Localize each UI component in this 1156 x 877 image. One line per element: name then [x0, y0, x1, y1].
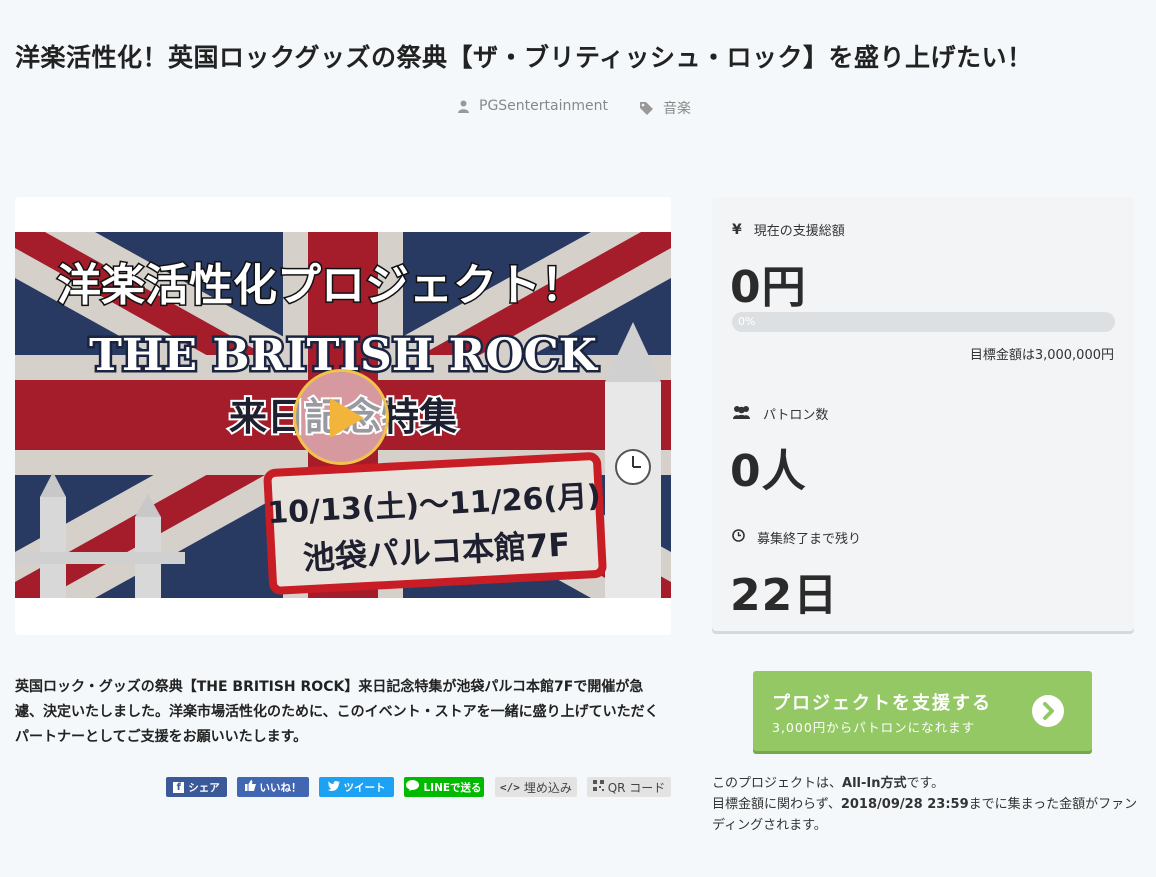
user-icon	[458, 100, 469, 113]
yen-icon: ¥	[732, 221, 742, 238]
video-play-button[interactable]	[293, 369, 389, 465]
funding-note-text: です。	[906, 776, 945, 791]
facebook-like-label: いいね！	[259, 781, 302, 794]
embed-button[interactable]: </> 埋め込み	[495, 777, 577, 797]
chevron-right-icon	[1032, 695, 1064, 727]
category-link[interactable]: 音楽	[640, 98, 691, 118]
twitter-icon	[327, 780, 340, 794]
funding-note-text: このプロジェクトは、	[712, 776, 843, 791]
funding-method-line2: 目標金額に関わらず、2018/09/28 23:59までに集まった金額がファンデ…	[712, 794, 1142, 836]
qr-code-button[interactable]: QR コード	[587, 777, 671, 797]
owner-link[interactable]: PGSentertainment	[458, 98, 608, 114]
remaining-value: 22日	[730, 570, 839, 621]
qr-code-label: QR コード	[607, 780, 666, 795]
goal-amount: 目標金額は3,000,000円	[969, 348, 1114, 363]
qr-code-icon	[592, 780, 604, 794]
page-title: 洋楽活性化！英国ロックグッズの祭典【ザ・ブリティッシュ・ロック】を盛り上げたい！	[15, 43, 1033, 72]
thumbs-up-icon	[244, 780, 256, 794]
tweet-label: ツイート	[343, 781, 386, 794]
facebook-like-button[interactable]: いいね！	[237, 777, 309, 797]
support-button-label: プロジェクトを支援する	[772, 693, 992, 714]
owner-name: PGSentertainment	[479, 98, 608, 114]
patrons-label-row: パトロン数	[732, 404, 828, 423]
line-icon	[406, 780, 420, 794]
project-description: 英国ロック・グッズの祭典【THE BRITISH ROCK】来日記念特集が池袋パ…	[15, 679, 659, 745]
support-button-sublabel: 3,000円からパトロンになれます	[772, 720, 976, 735]
funding-method-note: このプロジェクトは、All-In方式です。 目標金額に関わらず、2018/09/…	[712, 773, 1142, 836]
total-funding-label: 現在の支援総額	[753, 224, 845, 239]
patrons-value: 0人	[730, 446, 807, 497]
funding-method-name: All-In方式	[842, 776, 907, 791]
play-icon	[330, 398, 364, 438]
banner-text-line1: 洋楽活性化プロジェクト！	[57, 260, 585, 311]
funding-note-text: 目標金額に関わらず、	[712, 797, 841, 812]
code-icon: </>	[500, 780, 520, 794]
category-name: 音楽	[663, 101, 691, 117]
users-icon	[732, 405, 751, 423]
line-share-label: LINEで送る	[423, 781, 482, 794]
line-share-button[interactable]: LINEで送る	[404, 777, 484, 797]
support-project-button[interactable]: プロジェクトを支援する 3,000円からパトロンになれます	[753, 671, 1092, 751]
patrons-label: パトロン数	[763, 408, 829, 423]
funding-deadline: 2018/09/28 23:59	[840, 797, 969, 812]
embed-label: 埋め込み	[523, 780, 572, 795]
remaining-label: 募集終了まで残り	[757, 532, 862, 547]
tag-icon	[640, 101, 653, 115]
clock-icon	[732, 529, 745, 546]
total-funding-label-row: ¥ 現在の支援総額	[732, 220, 845, 240]
facebook-share-button[interactable]: f シェア	[166, 777, 227, 797]
funding-stats-panel: ¥ 現在の支援総額 0円 0% 目標金額は3,000,000円 パトロン数 0人…	[712, 197, 1134, 631]
funding-method-line1: このプロジェクトは、All-In方式です。	[712, 773, 1142, 794]
project-video[interactable]: 洋楽活性化プロジェクト！ THE BRITISH ROCK 来日記念特集 10/…	[15, 197, 671, 635]
facebook-share-label: シェア	[188, 781, 220, 794]
tweet-button[interactable]: ツイート	[319, 777, 394, 797]
funding-progress-bar: 0%	[732, 312, 1115, 332]
funding-progress-text: 0%	[738, 315, 756, 328]
remaining-label-row: 募集終了まで残り	[732, 528, 861, 547]
total-funding-value: 0円	[730, 262, 807, 313]
facebook-icon: f	[173, 781, 185, 793]
